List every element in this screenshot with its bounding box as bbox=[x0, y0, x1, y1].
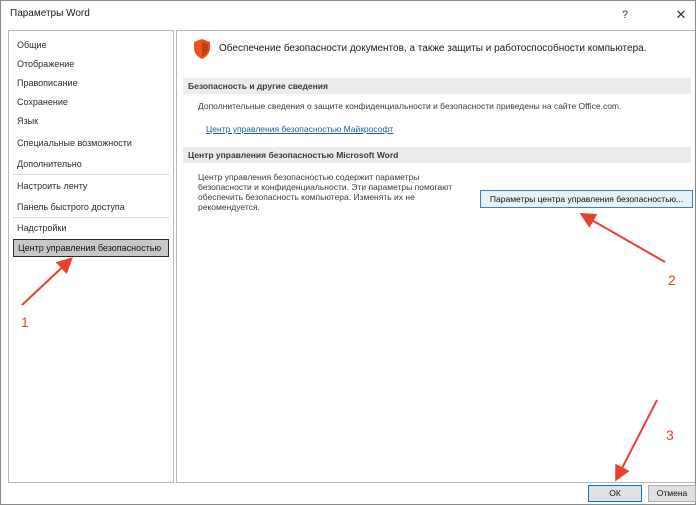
microsoft-trust-center-link[interactable]: Центр управления безопасностью Майкрософ… bbox=[206, 124, 393, 134]
window-title: Параметры Word bbox=[10, 8, 90, 19]
sidebar-item-customize-ribbon[interactable]: Настроить ленту bbox=[13, 177, 169, 195]
sidebar-item-trust-center[interactable]: Центр управления безопасностью bbox=[13, 239, 169, 257]
trust-center-header: Центр управления безопасностью Microsoft… bbox=[183, 147, 691, 163]
annotation-step-2: 2 bbox=[668, 272, 676, 288]
sidebar-item-accessibility[interactable]: Специальные возможности bbox=[13, 134, 169, 152]
intro-text: Обеспечение безопасности документов, а т… bbox=[219, 43, 647, 54]
title-bar: Параметры Word ? ✕ bbox=[1, 1, 695, 29]
help-button[interactable]: ? bbox=[614, 5, 636, 25]
description-line: Центр управления безопасностью содержит … bbox=[198, 172, 420, 182]
sidebar-item-save[interactable]: Сохранение bbox=[13, 93, 169, 111]
sidebar-item-language[interactable]: Язык bbox=[13, 112, 169, 130]
close-button[interactable]: ✕ bbox=[670, 5, 692, 25]
sidebar-separator bbox=[13, 217, 169, 218]
description-line: рекомендуется. bbox=[198, 202, 260, 212]
description-line: безопасности и конфиденциальности. Эти п… bbox=[198, 182, 453, 192]
security-info-header: Безопасность и другие сведения bbox=[183, 78, 691, 94]
trust-center-description: Центр управления безопасностью содержит … bbox=[198, 172, 452, 212]
trust-center-settings-button[interactable]: Параметры центра управления безопасность… bbox=[480, 190, 693, 208]
options-content-panel bbox=[176, 30, 695, 483]
intro-row: Обеспечение безопасности документов, а т… bbox=[192, 38, 672, 60]
sidebar-item-general[interactable]: Общие bbox=[13, 36, 169, 54]
options-sidebar: Общие Отображение Правописание Сохранени… bbox=[8, 30, 174, 483]
annotation-step-3: 3 bbox=[666, 427, 674, 443]
security-info-text: Дополнительные сведения о защите конфиде… bbox=[198, 101, 622, 111]
cancel-button[interactable]: Отмена bbox=[648, 485, 696, 502]
annotation-step-1: 1 bbox=[21, 314, 29, 330]
sidebar-item-display[interactable]: Отображение bbox=[13, 55, 169, 73]
description-line: обеспечить безопасность компьютера. Изме… bbox=[198, 192, 415, 202]
ok-button[interactable]: ОК bbox=[588, 485, 642, 502]
sidebar-item-proofing[interactable]: Правописание bbox=[13, 74, 169, 92]
sidebar-item-advanced[interactable]: Дополнительно bbox=[13, 155, 169, 173]
sidebar-separator bbox=[13, 174, 169, 175]
sidebar-item-quick-access-toolbar[interactable]: Панель быстрого доступа bbox=[13, 198, 169, 216]
shield-icon bbox=[194, 39, 210, 59]
sidebar-item-addins[interactable]: Надстройки bbox=[13, 219, 169, 237]
